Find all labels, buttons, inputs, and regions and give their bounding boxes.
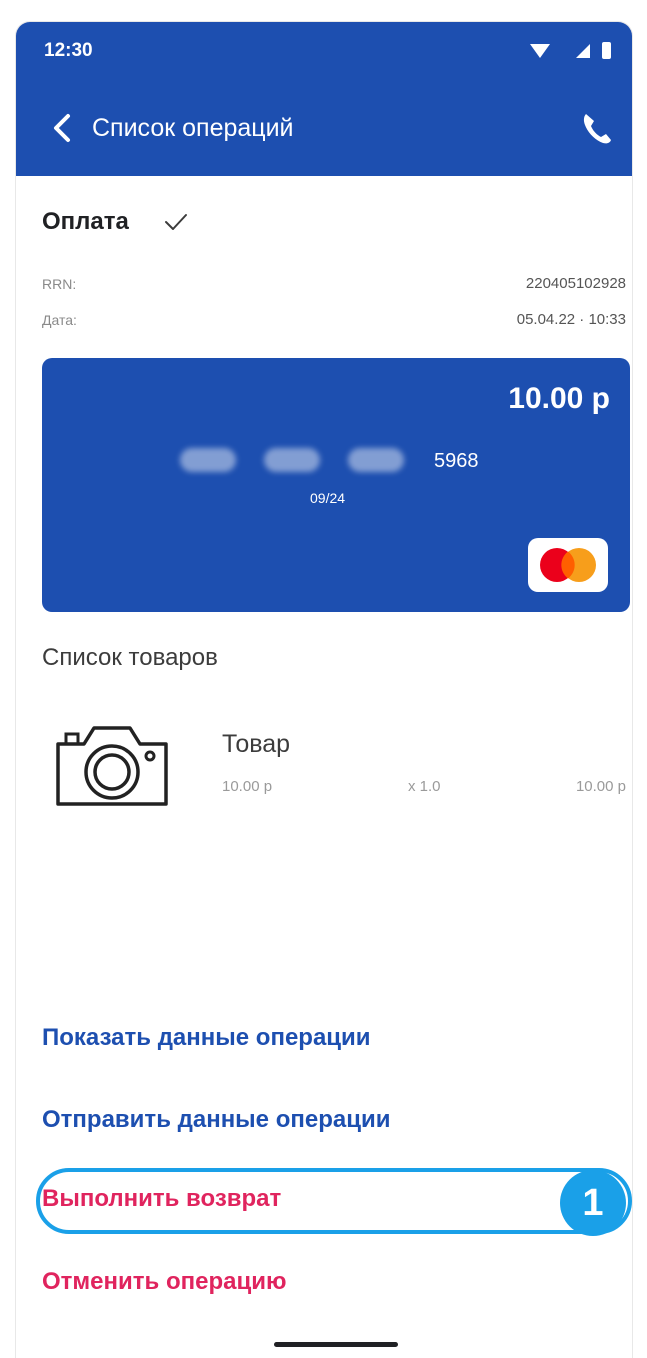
- product-price: 10.00 р: [222, 778, 273, 795]
- phone-screen: 12:30 Список операций Оплата RRN: 220405…: [16, 22, 632, 1358]
- camera-icon: [56, 726, 168, 806]
- check-icon: [165, 214, 187, 230]
- send-operation-data-link[interactable]: Отправить данные операции: [42, 1106, 390, 1134]
- phone-call-icon[interactable]: [578, 108, 614, 148]
- card-last4: 5968: [434, 450, 479, 472]
- rrn-value: 220405102928: [525, 275, 626, 292]
- card-number-masked-group-3: 0000: [348, 448, 404, 472]
- rrn-label: RRN:: [42, 276, 77, 292]
- app-bar-title: Список операций: [92, 114, 294, 142]
- operation-type: Оплата: [42, 208, 129, 235]
- card-amount: 10.00 р: [508, 382, 610, 415]
- product-quantity: x 1.0: [408, 778, 441, 795]
- signal-icon: [576, 44, 590, 58]
- cancel-operation-button[interactable]: Отменить операцию: [42, 1268, 286, 1296]
- card-number-masked-group-1: 0000: [180, 448, 236, 472]
- product-name: Товар: [222, 730, 291, 758]
- app-bar: 12:30 Список операций: [16, 22, 632, 176]
- status-icons: [530, 42, 611, 59]
- product-total: 10.00 р: [575, 778, 626, 795]
- back-arrow-icon[interactable]: [46, 108, 80, 148]
- mastercard-icon: [528, 538, 608, 592]
- payment-card: 10.00 р 0000 0000 0000 5968 09/24: [42, 358, 630, 612]
- products-title: Список товаров: [42, 644, 218, 671]
- date-label: Дата:: [42, 312, 77, 328]
- status-time: 12:30: [44, 40, 93, 61]
- card-expiry: 09/24: [310, 490, 346, 506]
- wifi-icon: [530, 44, 550, 58]
- battery-icon: [602, 42, 611, 59]
- refund-button[interactable]: Выполнить возврат: [42, 1185, 281, 1213]
- home-indicator[interactable]: [274, 1342, 398, 1347]
- show-operation-data-link[interactable]: Показать данные операции: [42, 1024, 371, 1052]
- date-value: 05.04.22 · 10:33: [516, 311, 626, 328]
- card-number-masked-group-2: 0000: [264, 448, 320, 472]
- step-badge: 1: [560, 1170, 626, 1236]
